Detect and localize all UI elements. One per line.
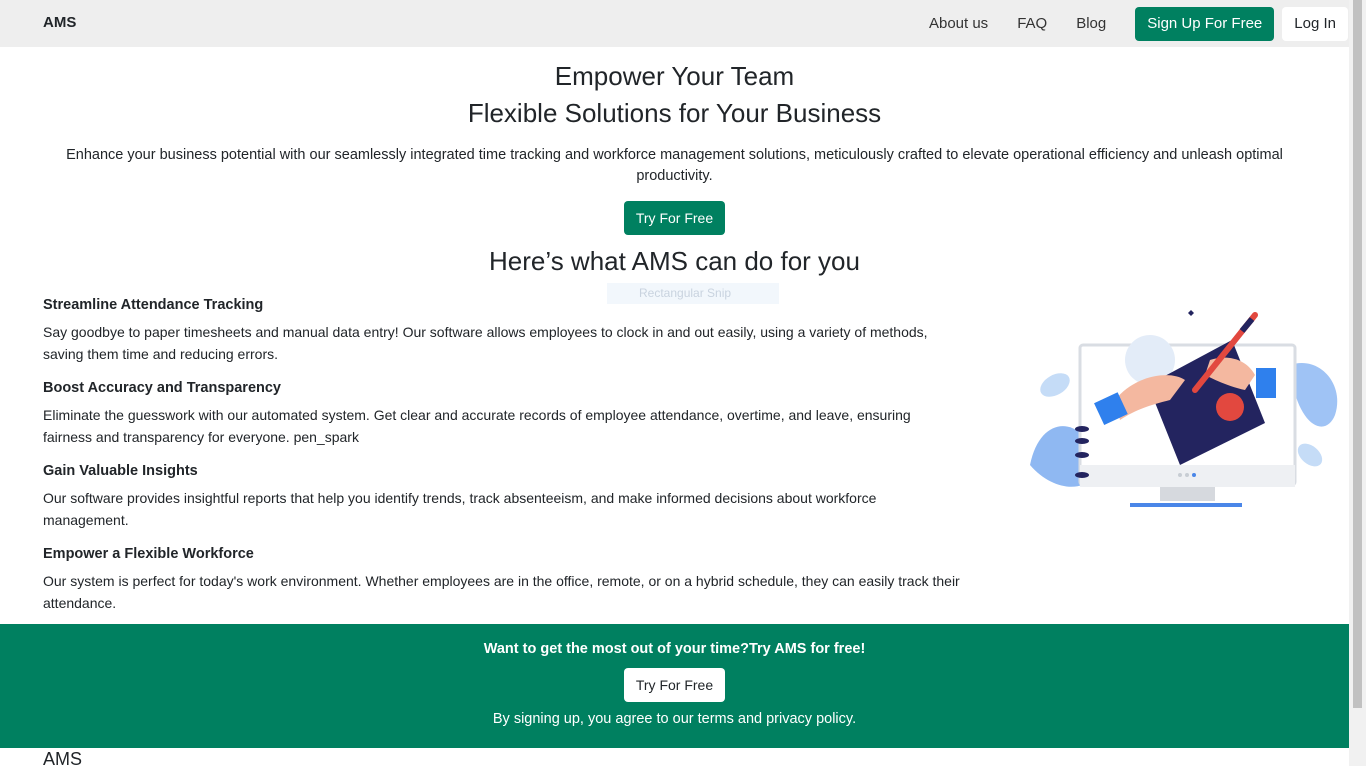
cta-try-for-free-button[interactable]: Try For Free	[623, 668, 726, 702]
navbar: AMS About us FAQ Blog Sign Up For Free L…	[0, 0, 1349, 47]
hero-subtitle: Flexible Solutions for Your Business	[467, 98, 882, 128]
feature-title: Gain Valuable Insights	[43, 463, 198, 479]
section-title: Here’s what AMS can do for you	[489, 246, 860, 276]
attendance-illustration	[1030, 310, 1338, 507]
feature-title: Boost Accuracy and Transparency	[43, 380, 281, 396]
footer-brand: AMS	[43, 749, 83, 769]
feature-text: Our system is perfect for today's work e…	[43, 573, 960, 611]
feature-item: Boost Accuracy and Transparency Eliminat…	[43, 379, 963, 448]
feature-item: Gain Valuable Insights Our software prov…	[43, 462, 963, 531]
feature-item: Empower a Flexible Workforce Our system …	[43, 545, 963, 614]
features-list: Streamline Attendance Tracking Say goodb…	[43, 296, 963, 628]
feature-title: Streamline Attendance Tracking	[43, 297, 264, 313]
cta-title: Want to get the most out of your time?Tr…	[483, 641, 866, 657]
feature-text: Eliminate the guesswork with our automat…	[43, 407, 911, 445]
nav-link-faq[interactable]: FAQ	[1017, 15, 1047, 32]
hero-section: Empower Your Team Flexible Solutions for…	[0, 58, 1349, 235]
try-for-free-button[interactable]: Try For Free	[623, 201, 726, 235]
cta-note: By signing up, you agree to our terms an…	[492, 711, 857, 727]
feature-text: Our software provides insightful reports…	[43, 490, 877, 528]
hero-description: Enhance your business potential with our…	[66, 147, 1283, 184]
feature-item: Streamline Attendance Tracking Say goodb…	[43, 296, 963, 365]
page-scrollbar[interactable]	[1349, 0, 1366, 766]
cta-banner: Want to get the most out of your time?Tr…	[0, 624, 1349, 748]
nav-links: About us FAQ Blog Sign Up For Free Log I…	[929, 0, 1349, 47]
feature-title: Empower a Flexible Workforce	[43, 546, 254, 562]
scrollbar-thumb[interactable]	[1353, 0, 1362, 708]
feature-text: Say goodbye to paper timesheets and manu…	[43, 324, 928, 362]
signup-button[interactable]: Sign Up For Free	[1135, 6, 1275, 41]
brand-logo[interactable]: AMS	[43, 14, 76, 31]
hero-title: Empower Your Team	[554, 61, 795, 91]
nav-link-about[interactable]: About us	[929, 15, 988, 32]
login-button[interactable]: Log In	[1282, 6, 1348, 41]
nav-link-blog[interactable]: Blog	[1076, 15, 1106, 32]
